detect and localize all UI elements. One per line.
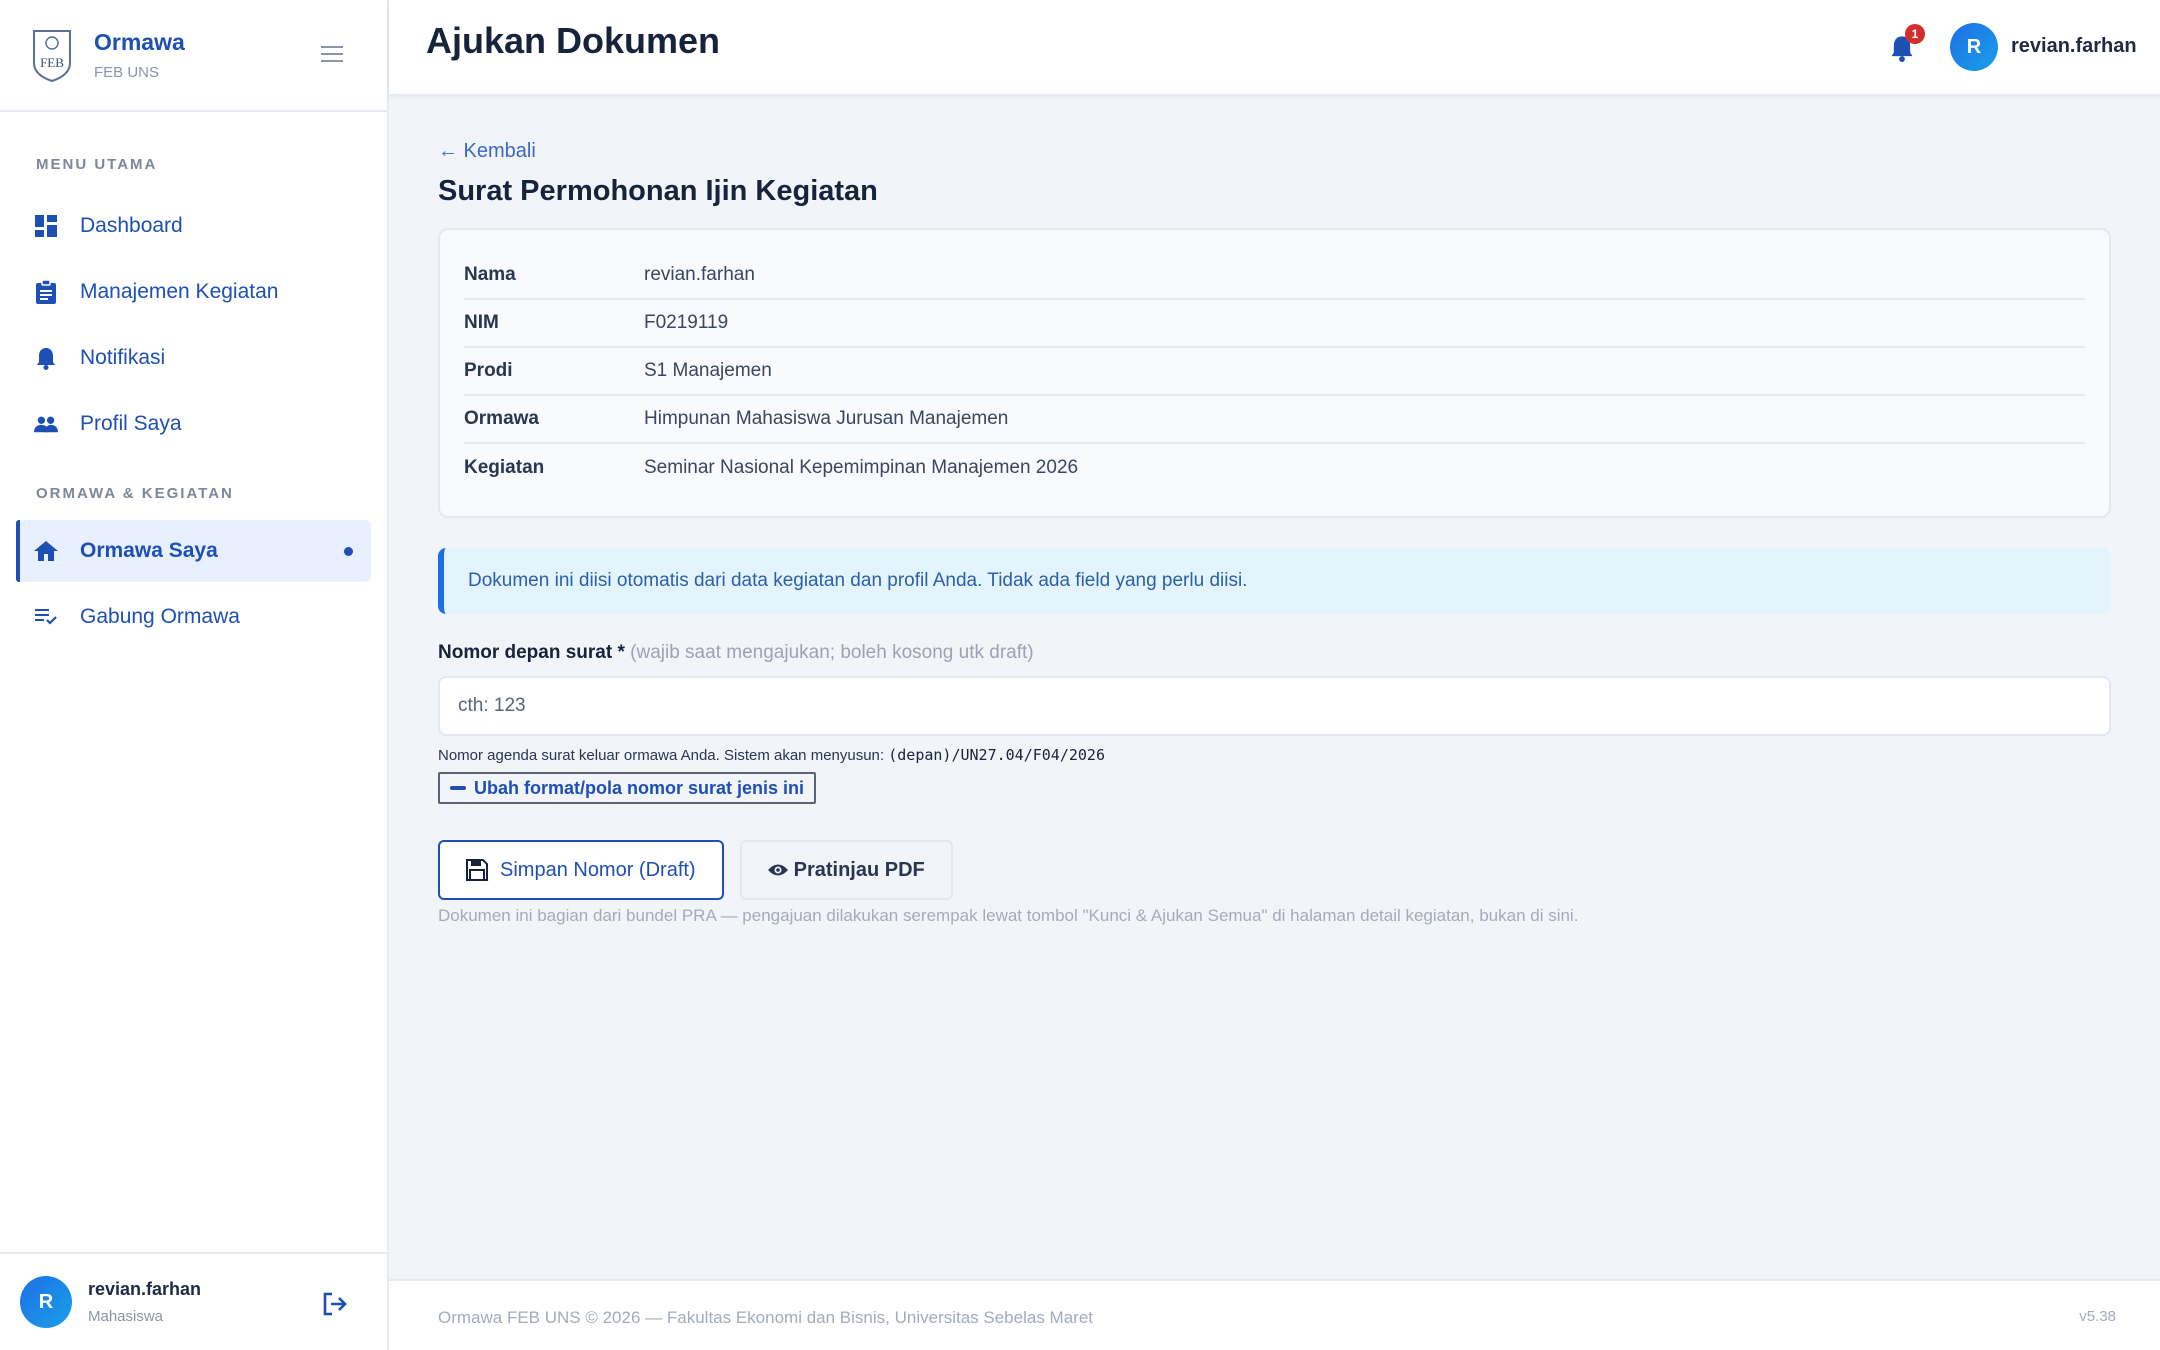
page-title: Ajukan Dokumen (426, 20, 721, 61)
field-hint: (wajib saat mengajukan; boleh kosong utk… (630, 642, 1034, 663)
info-card: Nama revian.farhan NIM F0219119 Prodi S1… (438, 228, 2111, 518)
eye-icon (767, 864, 788, 876)
header-user-name[interactable]: revian.farhan (2011, 35, 2137, 58)
sidebar-user-name: revian.farhan (88, 1279, 202, 1299)
nomor-field-label: Nomor depan surat * (wajib saat mengajuk… (438, 642, 2111, 664)
sidebar-item-gabung-ormawa[interactable]: Gabung Ormawa (16, 586, 371, 648)
info-row: NIM F0219119 (464, 300, 2085, 348)
notification-badge: 1 (1905, 24, 1925, 44)
avatar[interactable]: R (1950, 23, 1998, 71)
field-help: Nomor agenda surat keluar ormawa Anda. S… (438, 746, 2111, 764)
bundle-note: Dokumen ini bagian dari bundel PRA — pen… (438, 906, 1579, 925)
brand-title: Ormawa (94, 29, 185, 55)
info-value: Seminar Nasional Kepemimpinan Manajemen … (644, 457, 1079, 478)
info-label: Ormawa (464, 408, 539, 429)
info-value: Himpunan Mahasiswa Jurusan Manajemen (644, 408, 1009, 429)
playlist-add-icon (34, 605, 58, 629)
section-ormawa-kegiatan: ORMAWA & KEGIATAN (36, 485, 234, 502)
info-row: Ormawa Himpunan Mahasiswa Jurusan Manaje… (464, 396, 2085, 444)
footer-copyright: Ormawa FEB UNS © 2026 — Fakultas Ekonomi… (438, 1308, 1093, 1327)
save-draft-button[interactable]: Simpan Nomor (Draft) (438, 840, 724, 900)
dashboard-icon (34, 214, 58, 238)
avatar[interactable]: R (20, 1276, 72, 1328)
sidebar-item-label: Profil Saya (80, 412, 182, 435)
info-value: revian.farhan (644, 264, 755, 285)
people-icon (34, 412, 58, 436)
logout-icon[interactable] (321, 1290, 349, 1318)
menu-toggle-icon[interactable] (321, 46, 343, 64)
sidebar-item-label: Manajemen Kegiatan (80, 280, 279, 303)
nomor-depan-input[interactable] (438, 676, 2111, 736)
sidebar-item-notifikasi[interactable]: Notifikasi (16, 327, 371, 389)
change-format-button[interactable]: Ubah format/pola nomor surat jenis ini (438, 772, 817, 804)
minus-icon (450, 786, 466, 790)
footer: Ormawa FEB UNS © 2026 — Fakultas Ekonomi… (389, 1279, 2160, 1350)
section-menu-utama: MENU UTAMA (36, 156, 158, 173)
info-alert: Dokumen ini diisi otomatis dari data keg… (438, 548, 2111, 614)
info-label: Nama (464, 264, 516, 285)
info-row: Nama revian.farhan (464, 252, 2085, 300)
preview-pdf-label: Pratinjau PDF (793, 858, 925, 881)
bell-icon (34, 346, 58, 370)
footer-version: v5.38 (2079, 1308, 2116, 1325)
info-row: Prodi S1 Manajemen (464, 348, 2085, 396)
sidebar-item-ormawa-saya[interactable]: Ormawa Saya (16, 520, 371, 582)
brand-subtitle: FEB UNS (94, 64, 160, 81)
sidebar-item-label: Ormawa Saya (80, 539, 218, 562)
sidebar-user: R revian.farhan Mahasiswa (0, 1252, 387, 1350)
floppy-disk-icon (466, 859, 488, 881)
clipboard-icon (34, 280, 58, 304)
help-text: Nomor agenda surat keluar ormawa Anda. S… (438, 747, 885, 764)
preview-pdf-button[interactable]: Pratinjau PDF (739, 840, 953, 900)
brand: FEB Ormawa FEB UNS (0, 0, 387, 112)
sidebar-item-label: Gabung Ormawa (80, 605, 240, 628)
back-link[interactable]: ← Kembali (438, 140, 536, 163)
sidebar-item-profil-saya[interactable]: Profil Saya (16, 393, 371, 455)
sidebar: FEB Ormawa FEB UNS MENU UTAMA Dashboard … (0, 0, 389, 1350)
sidebar-user-role: Mahasiswa (88, 1308, 164, 1325)
sidebar-item-label: Dashboard (80, 214, 183, 237)
active-indicator-dot (344, 546, 353, 556)
save-draft-label: Simpan Nomor (Draft) (500, 858, 696, 881)
info-label: Prodi (464, 360, 513, 381)
info-label: Kegiatan (464, 457, 545, 478)
change-format-label: Ubah format/pola nomor surat jenis ini (474, 777, 805, 798)
action-buttons: Simpan Nomor (Draft) Pratinjau PDF (438, 840, 2111, 900)
sidebar-item-dashboard[interactable]: Dashboard (16, 195, 371, 257)
document-title: Surat Permohonan Ijin Kegiatan (438, 175, 878, 207)
field-label-text: Nomor depan surat * (438, 642, 625, 663)
sidebar-item-label: Notifikasi (80, 346, 166, 369)
help-code: (depan)/UN27.04/F04/2026 (888, 746, 1105, 764)
info-value: F0219119 (644, 312, 729, 333)
info-row: Kegiatan Seminar Nasional Kepemimpinan M… (464, 444, 2085, 492)
feb-logo-icon[interactable]: FEB (30, 27, 74, 83)
home-icon (34, 539, 58, 563)
sidebar-item-manajemen-kegiatan[interactable]: Manajemen Kegiatan (16, 261, 371, 323)
main-content: ← Kembali Surat Permohonan Ijin Kegiatan… (438, 140, 2111, 926)
logo-text: FEB (40, 55, 64, 70)
info-label: NIM (464, 312, 499, 333)
info-value: S1 Manajemen (644, 360, 772, 381)
top-bar: Ajukan Dokumen 1 R revian.farhan (389, 0, 2160, 95)
